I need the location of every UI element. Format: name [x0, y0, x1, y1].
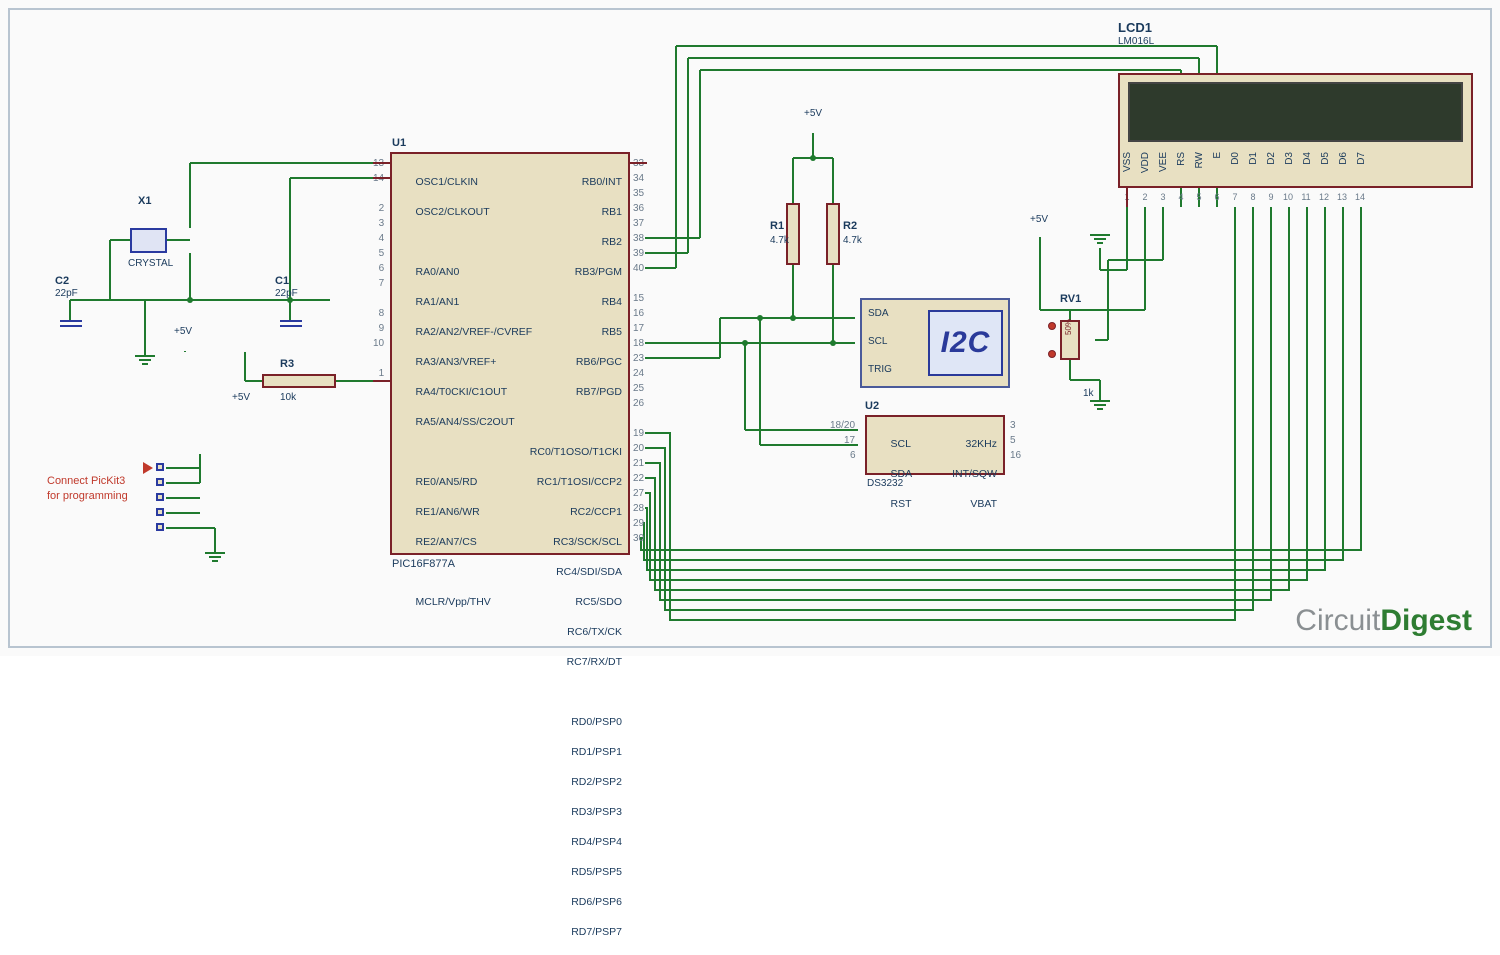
c1-val: 22pF — [275, 288, 298, 299]
junction — [742, 340, 748, 346]
c2-val: 22pF — [55, 288, 78, 299]
r2-ref: R2 — [843, 220, 857, 232]
pot-terminal — [1048, 350, 1056, 358]
resistor-r3 — [262, 374, 336, 388]
mcu-pic16f877a: OSC1/CLKIN OSC2/CLKOUT RA0/AN0 RA1/AN1 R… — [390, 152, 630, 555]
vcc-arrow-icon — [238, 340, 252, 351]
pot-terminal — [1048, 322, 1056, 330]
r3-val: 10k — [280, 392, 296, 403]
vcc-label-lcd: +5V — [1030, 214, 1048, 225]
cap-c1 — [280, 320, 302, 327]
crystal-ref: X1 — [138, 195, 151, 207]
junction — [810, 155, 816, 161]
mcu-part: PIC16F877A — [392, 558, 455, 570]
lcd-ref: LCD1 — [1118, 20, 1152, 35]
gnd-icon — [135, 355, 155, 367]
vcc-arrow-icon — [806, 122, 820, 133]
i2c-label: I2C — [928, 310, 1003, 376]
gnd-icon — [1090, 400, 1110, 412]
cap-c2 — [60, 320, 82, 327]
resistor-r1 — [786, 203, 800, 265]
schematic-canvas: U1 OSC1/CLKIN OSC2/CLKOUT RA0/AN0 RA1/AN… — [0, 0, 1500, 656]
junction — [790, 315, 796, 321]
c2-ref: C2 — [55, 275, 69, 287]
pickit-note-1: Connect PicKit3 — [47, 475, 125, 487]
resistor-r2 — [826, 203, 840, 265]
sim-arrow-icon — [143, 462, 153, 474]
rtc-ds3232: SCL SDA RST 32KHz INT/SQW VBAT — [865, 415, 1005, 475]
vcc-arrow-icon — [1033, 226, 1047, 237]
junction — [757, 315, 763, 321]
gnd-icon — [205, 552, 225, 564]
lcd-screen — [1128, 82, 1463, 142]
lcd-part: LM016L — [1118, 36, 1154, 47]
vcc-label-3: +5V — [804, 108, 822, 119]
r3-ref: R3 — [280, 358, 294, 370]
junction — [187, 297, 193, 303]
r1-val: 4.7k — [770, 235, 789, 246]
gnd-icon — [1090, 234, 1110, 246]
r2-val: 4.7k — [843, 235, 862, 246]
vcc-label-2: +5V — [232, 392, 250, 403]
pot-rv1: 50% — [1060, 320, 1080, 360]
header-pin — [156, 463, 164, 471]
vcc-label-1: +5V — [174, 326, 192, 337]
pickit-note-2: for programming — [47, 490, 128, 502]
mcu-left-nums: 13 14 2 3 4 5 6 7 8 9 10 1 — [373, 156, 384, 381]
crystal-type: CRYSTAL — [128, 258, 173, 269]
header-pin — [156, 493, 164, 501]
vcc-arrow-icon — [193, 442, 207, 453]
header-pin — [156, 478, 164, 486]
pot-ref: RV1 — [1060, 293, 1081, 305]
rtc-part: DS3232 — [867, 478, 903, 489]
header-pin — [156, 523, 164, 531]
vcc-arrow-icon — [178, 340, 192, 351]
r1-ref: R1 — [770, 220, 784, 232]
mcu-right-pins: RB0/INT RB1 RB2 RB3/PGM RB4 RB5 RB6/PGC … — [512, 160, 622, 955]
mcu-right-nums: 33 34 35 36 37 38 39 40 15 16 17 18 23 2… — [633, 156, 644, 546]
c1-ref: C1 — [275, 275, 289, 287]
junction — [830, 340, 836, 346]
crystal — [130, 228, 167, 253]
header-pin — [156, 508, 164, 516]
rtc-ref: U2 — [865, 400, 879, 412]
brand-logo: CircuitDigest — [1295, 604, 1472, 638]
pot-val: 1k — [1083, 388, 1094, 399]
mcu-ref: U1 — [392, 137, 406, 149]
